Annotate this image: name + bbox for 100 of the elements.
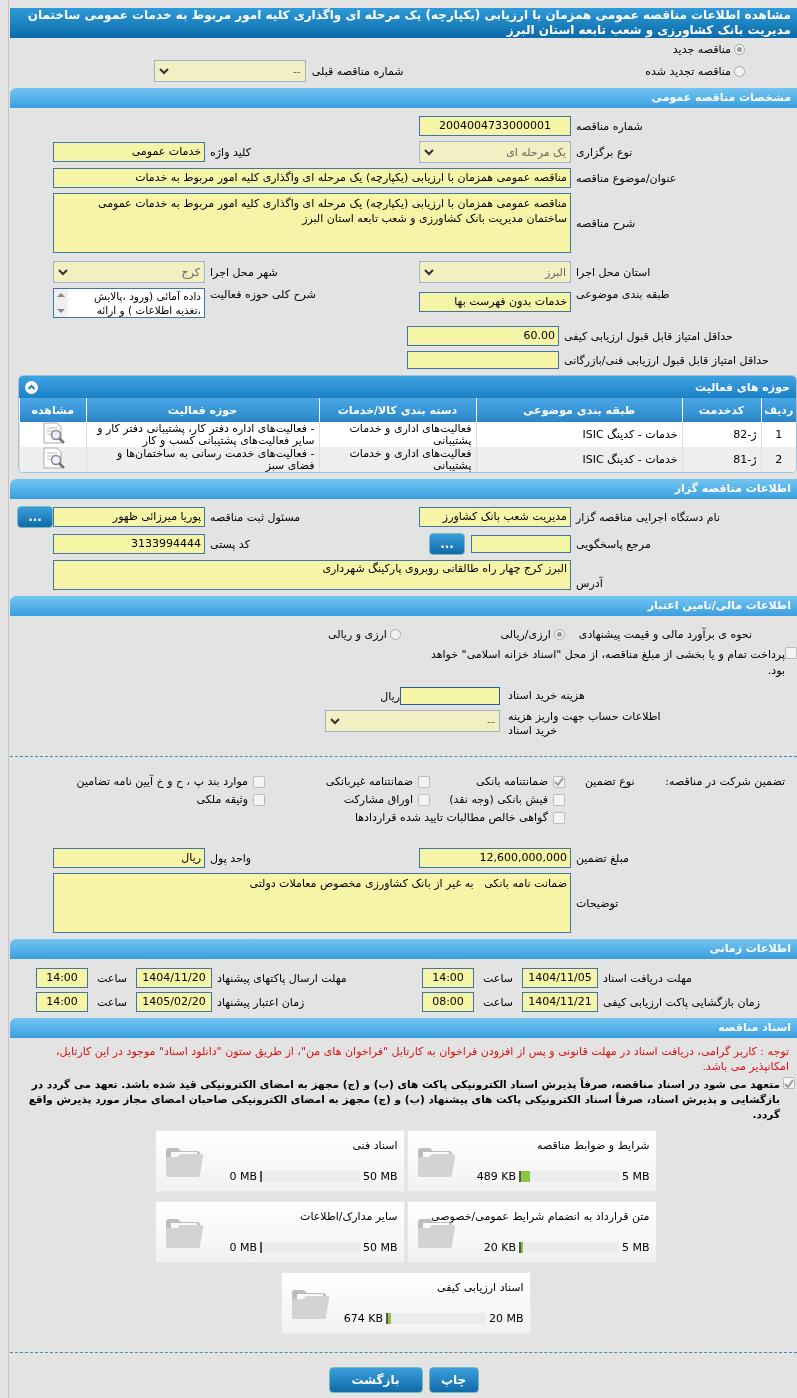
chevron-icon: [424, 268, 434, 276]
section-header: اطلاعات زمانی: [10, 939, 797, 959]
table-cell: فعالیت‌های اداری و خدمات پشتیبانی: [319, 447, 476, 472]
column-header: طبقه بندی موضوعی: [476, 398, 682, 422]
collapse-icon[interactable]: [25, 380, 38, 394]
field-label: شرح کلی حوزه فعالیت: [209, 288, 317, 301]
field-label: شماره مناقصه قبلی: [311, 64, 404, 78]
file-title: اسناد فنی: [352, 1139, 398, 1152]
checkbox-label: فیش بانکی (وجه نقد): [449, 793, 548, 806]
column-header: دسته بندی کالا/خدمات: [319, 398, 476, 422]
field-label: واحد پول: [209, 851, 253, 865]
back-button[interactable]: بازگشت: [328, 1367, 423, 1393]
field-label: هزینه خرید اسناد: [507, 689, 586, 703]
field-label: توضیحات: [575, 896, 620, 910]
table-cell: خدمات - کدینگ ISIC: [476, 447, 682, 472]
text-field[interactable]: خدمات عمومی: [53, 142, 205, 162]
text-field[interactable]: 1404/11/20: [136, 968, 212, 988]
radio-button[interactable]: [734, 43, 745, 55]
radio-label: مناقصه تجدید شده: [645, 64, 731, 78]
field-label: زمان اعتبار پیشنهاد: [216, 995, 306, 1009]
field-label: شرح مناقصه: [575, 216, 637, 230]
dropdown[interactable]: کرج: [53, 261, 205, 283]
field-label: کلید واژه: [209, 145, 252, 159]
more-button[interactable]: ...: [17, 506, 53, 528]
text-field[interactable]: پوریا میرزائی ظهور: [53, 507, 205, 527]
size-limit: 5 MB: [621, 1241, 650, 1254]
text-field[interactable]: 14:00: [36, 968, 88, 988]
text-field[interactable]: [400, 687, 500, 705]
size-limit: 50 MB: [362, 1241, 398, 1254]
text-field[interactable]: 3133994444: [53, 534, 205, 554]
text-field[interactable]: 08:00: [422, 992, 474, 1012]
checkbox[interactable]: [553, 793, 565, 806]
text-field[interactable]: 14:00: [36, 992, 88, 1012]
print-button[interactable]: چاپ: [428, 1367, 479, 1393]
field-label: عنوان/موضوع مناقصه: [575, 171, 678, 185]
radio-button[interactable]: [553, 629, 565, 640]
text-field[interactable]: 2004004733000001: [419, 116, 571, 136]
checkbox-label: وثیقه ملکی: [196, 793, 248, 806]
field-label: ساعت: [482, 971, 514, 985]
text-field[interactable]: 14:00: [422, 968, 474, 988]
checkbox[interactable]: [553, 811, 565, 824]
dropdown[interactable]: البرز: [419, 261, 571, 283]
dropdown[interactable]: --: [153, 60, 306, 82]
chevron-icon: [58, 268, 68, 276]
checkbox[interactable]: [553, 775, 565, 788]
text-field[interactable]: مدیریت شعب بانک کشاورز: [419, 507, 571, 527]
text-field[interactable]: 1404/11/21: [522, 992, 598, 1012]
checkbox[interactable]: [253, 793, 265, 806]
text-field[interactable]: [407, 351, 559, 369]
checkbox[interactable]: [783, 1077, 795, 1089]
field-label: نحوه ی برآورد مالی و قیمت پیشنهادی: [578, 628, 752, 641]
table-cell: - فعالیت‌های خدمت رسانی به ساختمان‌ها و فضای سبز: [86, 447, 319, 472]
text-area[interactable]: مناقصه عمومی همزمان با ارزیابی (یکپارچه) یک مرحله ای واگذاری کلیه امور مربوط به خدمات عمومی ساختمان مدیریت بانک کشاورزی و شعب تابعه استان البرز: [53, 193, 571, 253]
field-label: مهلت ارسال پاکتهای پیشنهاد: [216, 971, 348, 985]
table-cell: ژ-81: [682, 447, 761, 472]
column-header: مشاهده: [19, 398, 86, 422]
column-header: ردیف: [761, 398, 796, 422]
size-used: 489 KB: [476, 1170, 516, 1183]
field-label: مهلت دریافت اسناد: [602, 971, 693, 985]
unit-label: ریال: [380, 689, 400, 703]
text-field[interactable]: [471, 535, 571, 553]
field-label: طبقه بندی موضوعی: [575, 288, 671, 301]
column-header: حوزه فعالیت: [86, 398, 319, 422]
radio-label: ارزی و ریالی: [328, 628, 387, 641]
field-label: شهر محل اجرا: [209, 265, 279, 279]
text-area[interactable]: ضمانت نامه بانکی به غیر از بانک کشاورزی مخصوص معاملات دولتی: [53, 873, 571, 933]
size-limit: 50 MB: [362, 1170, 398, 1183]
checkbox[interactable]: [418, 793, 430, 806]
size-limit: 5 MB: [621, 1170, 650, 1183]
more-button[interactable]: ...: [429, 533, 465, 555]
size-used: 0 MB: [229, 1170, 257, 1183]
text-area[interactable]: البرز کرج چهار راه طالقانی روبروی پارکینگ شهرداری: [53, 560, 571, 590]
text-field[interactable]: ریال: [53, 848, 205, 868]
scrollbar-icon[interactable]: [54, 289, 68, 317]
checkbox[interactable]: [785, 647, 797, 659]
text-field[interactable]: 1405/02/20: [136, 992, 212, 1012]
checkbox-label: پرداخت تمام و یا بخشی از مبلغ مناقصه، از محل "اسناد خزانه اسلامی" خواهد بود.: [429, 647, 785, 679]
checkbox[interactable]: [253, 775, 265, 788]
text-field[interactable]: 60.00: [407, 326, 559, 346]
field-label: مسئول ثبت مناقصه: [209, 510, 302, 524]
checkbox[interactable]: [418, 775, 430, 788]
file-title: شرایط و ضوابط مناقصه: [537, 1139, 650, 1152]
text-field[interactable]: 1404/11/05: [522, 968, 598, 988]
file-title: سایر مدارک/اطلاعات: [300, 1210, 398, 1223]
text-field[interactable]: مناقصه عمومی همزمان با ارزیابی (یکپارچه) یک مرحله ای واگذاری کلیه امور مربوط به خدمات: [53, 168, 571, 188]
text-field[interactable]: 12,600,000,000: [419, 848, 571, 868]
checkbox-label: موارد بند پ ، ح و خ آیین نامه تضامین: [76, 775, 248, 788]
section-header: اطلاعات مناقصه گزار: [10, 479, 797, 499]
field-label: نوع برگزاری: [575, 145, 634, 159]
text-field[interactable]: خدمات بدون فهرست بها: [419, 292, 571, 312]
radio-button[interactable]: [389, 629, 401, 640]
dropdown[interactable]: یک مرحله ای: [419, 141, 571, 163]
field-label: نوع تضمین: [585, 775, 635, 788]
size-used: 674 KB: [343, 1312, 383, 1325]
page-title: مشاهده اطلاعات مناقصه عمومی همزمان با ارزیابی (یکپارچه) یک مرحله ای واگذاری کلیه امور مربوط به خدمات عمومی ساختمان مدیریت بانک کشاورزی و شعب تابعه استان البرز: [10, 8, 797, 38]
dropdown[interactable]: --: [325, 710, 500, 732]
radio-button[interactable]: [734, 65, 745, 77]
field-label: تضمین شرکت در مناقصه:: [665, 775, 785, 788]
notice-text: توجه : کاربر گرامی، دریافت اسناد در مهلت قانونی و پس از افزودن فراخوان به کارتابل "فراخوان های من"، از طریق ستون "دانلود اسناد" موجود در این کارتابل، امکانپذیر می باشد.: [55, 1044, 790, 1074]
checkbox-label: ضمانتنامه غیربانکی: [325, 775, 413, 788]
